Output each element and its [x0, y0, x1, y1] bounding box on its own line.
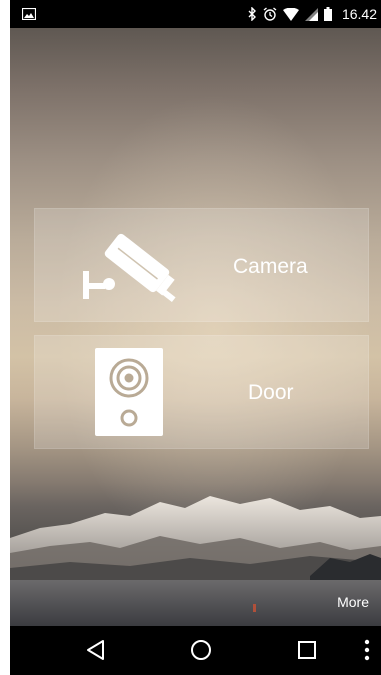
cell-signal-icon: [304, 7, 318, 21]
status-bar: 16.42: [10, 0, 381, 28]
security-camera-icon: [83, 233, 176, 303]
camera-tile[interactable]: Camera: [34, 208, 369, 322]
mountain-landscape: [10, 496, 381, 626]
status-time: 16.42: [341, 6, 377, 22]
app-screen: 16.42 Camera Door More: [10, 0, 381, 675]
status-icons: 16.42: [248, 0, 377, 28]
door-label: Door: [248, 381, 294, 404]
camera-label: Camera: [233, 255, 308, 278]
bluetooth-icon: [248, 7, 256, 21]
navigation-bar: [10, 626, 381, 675]
wallpaper: [10, 28, 381, 626]
more-link[interactable]: More: [337, 594, 369, 610]
wifi-icon: [282, 7, 299, 21]
back-icon[interactable]: [86, 639, 106, 661]
home-icon[interactable]: [190, 639, 212, 661]
door-intercom-icon: [95, 348, 163, 436]
overflow-menu-icon[interactable]: [364, 639, 370, 661]
recent-apps-icon[interactable]: [297, 640, 317, 660]
door-tile[interactable]: Door: [34, 335, 369, 449]
alarm-icon: [263, 7, 277, 21]
battery-icon: [323, 7, 332, 21]
image-notification-icon: [22, 8, 36, 20]
